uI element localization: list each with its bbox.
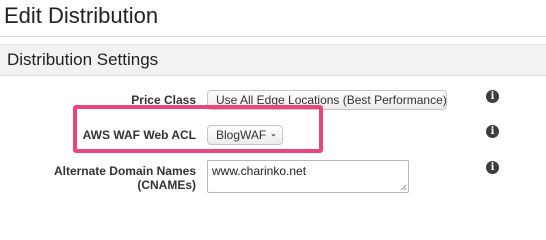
page-title: Edit Distribution [4, 3, 159, 28]
cnames-value: www.charinko.net [212, 164, 307, 178]
info-icon[interactable]: i [486, 125, 499, 138]
resize-grip-icon[interactable] [400, 184, 407, 191]
info-icon[interactable]: i [486, 90, 499, 103]
title-divider [0, 36, 546, 37]
cnames-textarea[interactable]: www.charinko.net [207, 160, 409, 193]
highlight-annotation-box [73, 105, 323, 153]
info-icon[interactable]: i [486, 161, 499, 174]
section-title: Distribution Settings [7, 50, 159, 69]
cnames-label-line1: Alternate Domain Names [53, 164, 196, 178]
section-header: Distribution Settings [0, 44, 546, 76]
cnames-label-line2: (CNAMEs) [137, 178, 196, 192]
